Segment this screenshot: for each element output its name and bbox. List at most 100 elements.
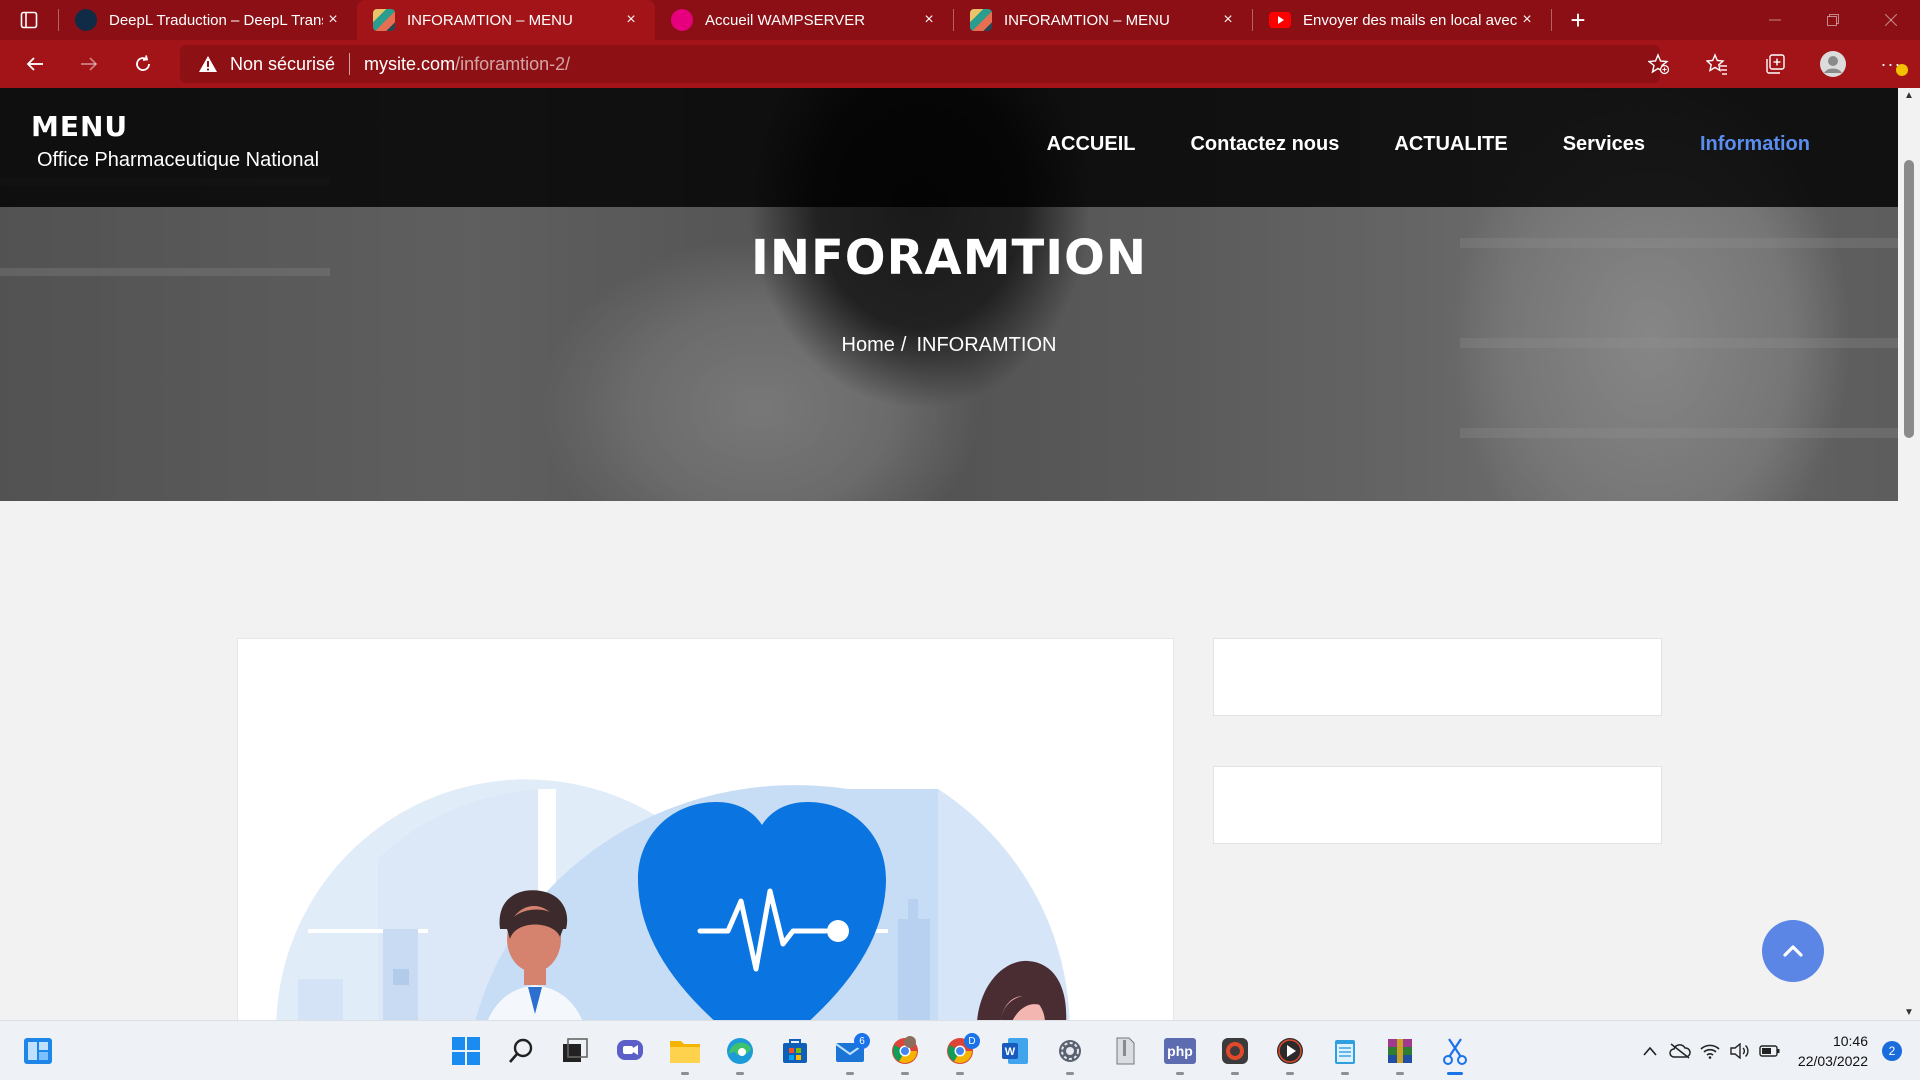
file-explorer-button[interactable]	[665, 1031, 705, 1075]
store-button[interactable]	[775, 1031, 815, 1071]
minimize-button[interactable]	[1746, 0, 1804, 40]
scroll-down-arrow-icon[interactable]: ▼	[1898, 1007, 1920, 1018]
start-button[interactable]	[446, 1031, 486, 1071]
windows-start-icon	[452, 1037, 480, 1065]
close-icon	[1885, 14, 1897, 26]
php-icon: php	[1164, 1038, 1196, 1064]
new-tab-button[interactable]: +	[1556, 0, 1600, 40]
tab-close-button[interactable]: ×	[919, 11, 939, 29]
mail-badge: 6	[854, 1033, 870, 1049]
winrar-button[interactable]	[1380, 1031, 1420, 1075]
tab-close-button[interactable]: ×	[323, 11, 343, 29]
scrollbar-thumb[interactable]	[1904, 160, 1914, 438]
restore-button[interactable]	[1804, 0, 1862, 40]
reload-button[interactable]	[116, 40, 170, 88]
page-title: INFORAMTION	[750, 230, 1148, 286]
nav-link-information[interactable]: Information	[1700, 133, 1810, 156]
breadcrumb-current: INFORAMTION	[916, 334, 1057, 356]
tab-close-button[interactable]: ×	[1218, 11, 1238, 29]
back-button[interactable]	[8, 40, 62, 88]
browser-toolbar: Non sécurisé mysite.com/inforamtion-2/ ·…	[0, 40, 1920, 88]
tab-actions-icon	[20, 11, 38, 29]
onedrive-button[interactable]	[1666, 1037, 1694, 1065]
recorder-button[interactable]	[1215, 1031, 1255, 1075]
scissors-icon	[1443, 1038, 1467, 1065]
teams-chat-button[interactable]	[610, 1031, 650, 1071]
snipping-tool-button[interactable]	[1435, 1031, 1475, 1075]
edge-button[interactable]	[720, 1031, 760, 1075]
wamp-icon	[671, 9, 693, 31]
site-logo[interactable]: MENU	[31, 110, 128, 143]
word-button[interactable]: W	[995, 1031, 1035, 1071]
collections-button[interactable]	[1746, 40, 1804, 88]
notepad-button[interactable]	[1325, 1031, 1365, 1075]
volume-button[interactable]	[1726, 1037, 1754, 1065]
chrome-profile-badge: D	[964, 1033, 980, 1049]
collections-icon	[1766, 54, 1785, 74]
tab-actions-button[interactable]	[0, 0, 58, 40]
wifi-button[interactable]	[1696, 1037, 1724, 1065]
widgets-button[interactable]	[18, 1031, 58, 1071]
php-button[interactable]: php	[1160, 1031, 1200, 1075]
task-view-icon	[563, 1038, 588, 1062]
widgets-icon	[24, 1038, 52, 1064]
close-window-button[interactable]	[1862, 0, 1920, 40]
task-view-button[interactable]	[555, 1031, 595, 1071]
record-icon	[1222, 1038, 1248, 1064]
nav-link-services[interactable]: Services	[1563, 133, 1645, 156]
chrome-button[interactable]: D	[940, 1031, 980, 1075]
tab-close-button[interactable]: ×	[621, 11, 641, 29]
restore-icon	[1827, 14, 1839, 26]
youtube-icon	[1269, 9, 1291, 31]
window-controls	[1746, 0, 1920, 40]
folder-icon	[670, 1041, 700, 1063]
word-icon: W	[1002, 1038, 1028, 1064]
profile-button[interactable]	[1804, 40, 1862, 88]
browser-tab-inforamtion-active[interactable]: INFORAMTION – MENU ×	[357, 0, 655, 40]
speaker-icon	[1730, 1043, 1749, 1059]
teams-chat-icon	[617, 1040, 643, 1060]
page-scrollbar[interactable]: ▲ ▼	[1898, 88, 1920, 1020]
forward-button[interactable]	[62, 40, 116, 88]
mail-button[interactable]: 6	[830, 1031, 870, 1075]
minimize-icon	[1769, 19, 1781, 21]
browser-tab-inforamtion[interactable]: INFORAMTION – MENU ×	[954, 0, 1252, 40]
browser-tab-strip: DeepL Traduction – DeepL Transl × INFORA…	[0, 0, 1920, 40]
reload-icon	[136, 55, 150, 71]
nav-link-actualite[interactable]: ACTUALITE	[1394, 133, 1507, 156]
star-add-icon	[1648, 53, 1670, 75]
windows-taskbar: 6 D W php 10:46 22/03/2022 2	[0, 1020, 1920, 1080]
address-bar[interactable]: Non sécurisé mysite.com/inforamtion-2/	[180, 45, 1660, 83]
nav-link-accueil[interactable]: ACCUEIL	[1047, 133, 1136, 156]
chrome-profile-button[interactable]	[885, 1031, 925, 1075]
chevron-up-icon	[1783, 945, 1803, 957]
system-clock[interactable]: 10:46 22/03/2022	[1798, 1031, 1868, 1071]
cloud-offline-icon	[1669, 1043, 1691, 1059]
battery-button[interactable]	[1756, 1037, 1784, 1065]
url-path: /inforamtion-2/	[455, 53, 571, 74]
settings-button[interactable]	[1050, 1031, 1090, 1075]
add-favorite-button[interactable]	[1630, 40, 1688, 88]
media-player-button[interactable]	[1270, 1031, 1310, 1075]
battery-icon	[1759, 1045, 1780, 1057]
archive-button[interactable]	[1105, 1031, 1145, 1071]
site-tagline: Office Pharmaceutique National	[37, 149, 320, 171]
arrow-left-icon	[26, 57, 43, 71]
show-hidden-icons-button[interactable]	[1636, 1037, 1664, 1065]
search-button[interactable]	[501, 1031, 541, 1071]
scroll-to-top-button[interactable]	[1762, 920, 1824, 982]
settings-menu-button[interactable]: ···	[1862, 40, 1920, 88]
scroll-up-arrow-icon[interactable]: ▲	[1898, 90, 1920, 101]
breadcrumb-home-link[interactable]: Home	[842, 334, 895, 356]
nav-link-contactez-nous[interactable]: Contactez nous	[1190, 133, 1339, 156]
security-status[interactable]: Non sécurisé	[230, 54, 335, 75]
svg-text:W: W	[1005, 1046, 1016, 1058]
tab-close-button[interactable]: ×	[1517, 11, 1537, 29]
browser-tab-wampserver[interactable]: Accueil WAMPSERVER ×	[655, 0, 953, 40]
browser-tab-youtube[interactable]: Envoyer des mails en local avec ×	[1253, 0, 1551, 40]
favorites-button[interactable]	[1688, 40, 1746, 88]
notification-center-button[interactable]: 2	[1882, 1041, 1902, 1061]
medical-illustration	[276, 779, 1070, 1020]
browser-tab-deepl[interactable]: DeepL Traduction – DeepL Transl ×	[59, 0, 357, 40]
arrow-right-icon	[81, 57, 98, 71]
